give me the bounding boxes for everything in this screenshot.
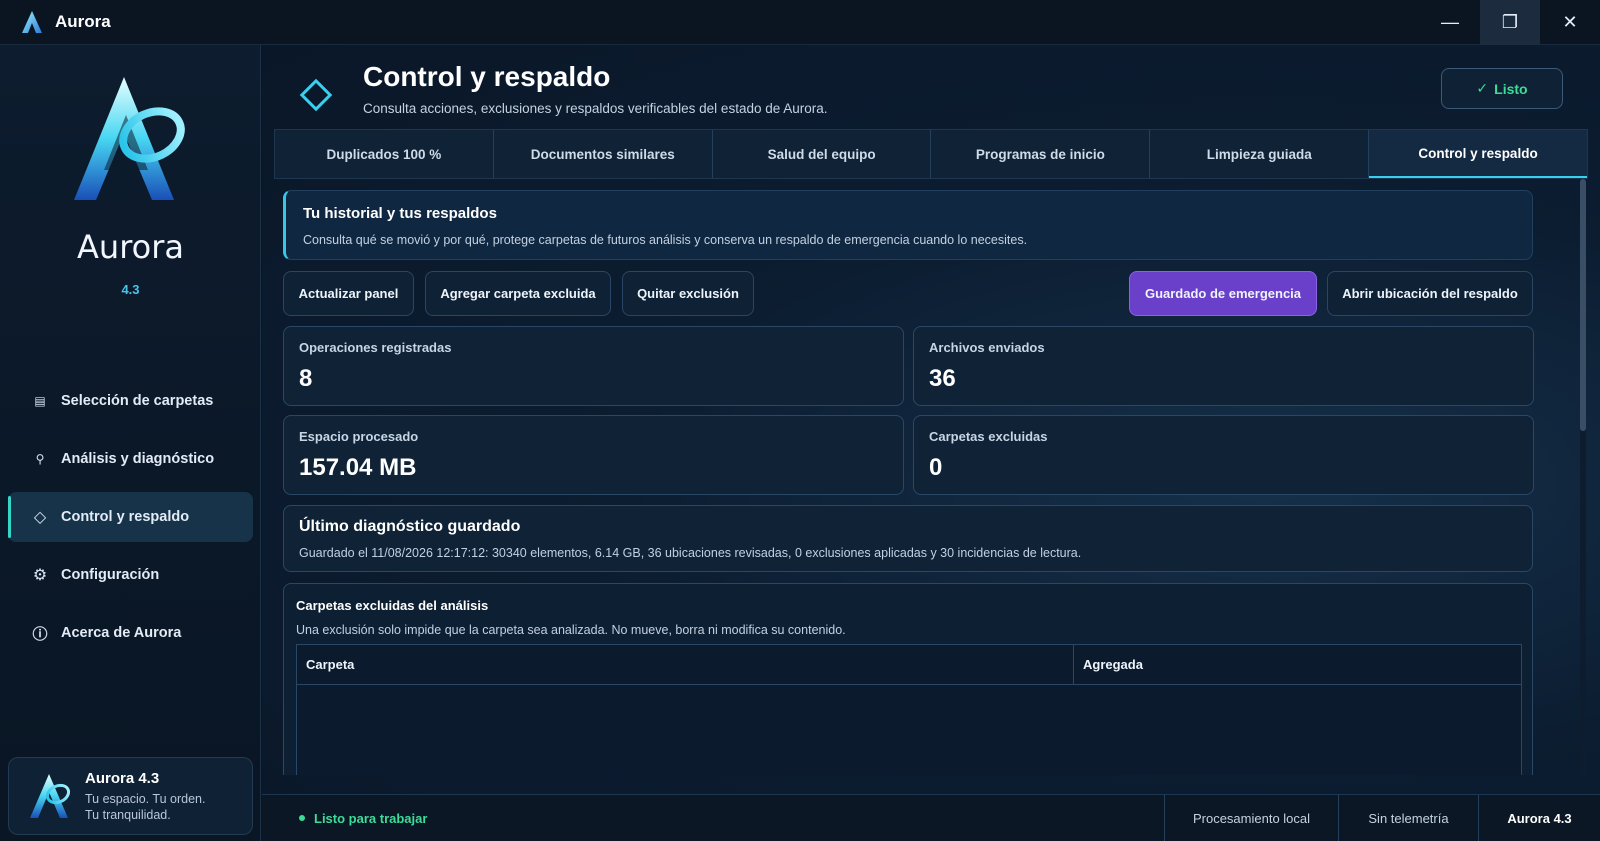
card-title: Aurora 4.3 bbox=[85, 770, 160, 787]
aurora-logo-icon bbox=[22, 11, 42, 33]
diagnostic-text: Guardado el 11/08/2026 12:17:12: 30340 e… bbox=[299, 546, 1082, 560]
add-excluded-folder-button[interactable]: Agregar carpeta excluida bbox=[425, 271, 611, 316]
sidebar-item-configuracion[interactable]: ⚙ Configuración bbox=[8, 550, 253, 600]
check-icon: ✓ bbox=[1476, 80, 1489, 96]
sidebar-item-label: Control y respaldo bbox=[61, 509, 190, 525]
diamond-icon bbox=[299, 78, 333, 112]
sidebar-item-label: Selección de carpetas bbox=[61, 393, 214, 409]
stat-value: 157.04 MB bbox=[299, 454, 417, 481]
aurora-brand-logo-icon bbox=[74, 77, 185, 200]
emergency-save-button[interactable]: Guardado de emergencia bbox=[1129, 271, 1317, 316]
scrollbar-thumb[interactable] bbox=[1580, 179, 1586, 431]
ready-label: Listo bbox=[1494, 80, 1528, 97]
brand-version: 4.3 bbox=[121, 282, 140, 297]
stat-files-sent: Archivos enviados 36 bbox=[913, 326, 1534, 406]
title-bar: Aurora — ❐ ✕ bbox=[0, 0, 1600, 45]
last-diagnostic-card: Último diagnóstico guardado Guardado el … bbox=[283, 505, 1533, 572]
status-version: Aurora 4.3 bbox=[1478, 795, 1600, 841]
diamond-icon: ◇ bbox=[33, 509, 47, 526]
page-title: Control y respaldo bbox=[363, 61, 611, 92]
tab-control-respaldo[interactable]: Control y respaldo bbox=[1369, 130, 1587, 178]
minimize-button[interactable]: — bbox=[1420, 0, 1480, 45]
search-icon: ⚲ bbox=[35, 452, 45, 466]
excluded-folders-card: Carpetas excluidas del análisis Una excl… bbox=[283, 583, 1533, 775]
stat-value: 0 bbox=[929, 454, 943, 481]
sidebar-nav: ▤ Selección de carpetas ⚲ Análisis y dia… bbox=[8, 376, 253, 666]
banner-title: Tu historial y tus respaldos bbox=[303, 205, 497, 222]
sidebar: Aurora 4.3 ▤ Selección de carpetas ⚲ Aná… bbox=[0, 45, 261, 841]
stat-label: Archivos enviados bbox=[929, 340, 1045, 355]
status-dot-icon bbox=[299, 815, 305, 821]
brand-name: Aurora bbox=[77, 228, 184, 266]
exclusions-text: Una exclusión solo impide que la carpeta… bbox=[296, 623, 846, 637]
card-tagline-2: Tu tranquilidad. bbox=[85, 808, 171, 822]
refresh-panel-button[interactable]: Actualizar panel bbox=[283, 271, 414, 316]
stat-excluded-folders: Carpetas excluidas 0 bbox=[913, 415, 1534, 495]
status-ready: Listo para trabajar bbox=[262, 795, 1164, 841]
stat-value: 36 bbox=[929, 365, 956, 392]
card-tagline-1: Tu espacio. Tu orden. bbox=[85, 792, 206, 806]
tab-documentos-similares[interactable]: Documentos similares bbox=[494, 130, 713, 178]
table-header-row: Carpeta Agregada bbox=[297, 645, 1521, 685]
tab-duplicados[interactable]: Duplicados 100 % bbox=[275, 130, 494, 178]
close-button[interactable]: ✕ bbox=[1540, 0, 1600, 45]
stat-operations: Operaciones registradas 8 bbox=[283, 326, 904, 406]
diagnostic-title: Último diagnóstico guardado bbox=[299, 518, 521, 535]
sidebar-item-analisis[interactable]: ⚲ Análisis y diagnóstico bbox=[8, 434, 253, 484]
maximize-button[interactable]: ❐ bbox=[1480, 0, 1540, 45]
tab-bar: Duplicados 100 % Documentos similares Sa… bbox=[274, 129, 1588, 179]
tab-limpieza-guiada[interactable]: Limpieza guiada bbox=[1150, 130, 1370, 178]
column-header-carpeta[interactable]: Carpeta bbox=[297, 645, 1074, 684]
stat-label: Carpetas excluidas bbox=[929, 429, 1048, 444]
stat-label: Operaciones registradas bbox=[299, 340, 452, 355]
folder-list-icon: ▤ bbox=[34, 394, 46, 408]
tab-salud-equipo[interactable]: Salud del equipo bbox=[713, 130, 932, 178]
sidebar-version-card: Aurora 4.3 Tu espacio. Tu orden. Tu tran… bbox=[8, 757, 253, 835]
sidebar-item-control-respaldo[interactable]: ◇ Control y respaldo bbox=[8, 492, 253, 542]
page-subtitle: Consulta acciones, exclusiones y respald… bbox=[363, 101, 828, 116]
exclusions-title: Carpetas excluidas del análisis bbox=[296, 598, 489, 613]
remove-exclusion-button[interactable]: Quitar exclusión bbox=[622, 271, 754, 316]
status-ready-label: Listo para trabajar bbox=[314, 810, 428, 826]
info-banner: Tu historial y tus respaldos Consulta qu… bbox=[283, 190, 1533, 260]
banner-text: Consulta qué se movió y por qué, protege… bbox=[303, 233, 1028, 247]
open-backup-location-button[interactable]: Abrir ubicación del respaldo bbox=[1327, 271, 1533, 316]
status-local-processing: Procesamiento local bbox=[1164, 795, 1338, 841]
sidebar-item-label: Configuración bbox=[61, 567, 160, 583]
gear-icon: ⚙ bbox=[32, 567, 48, 584]
sidebar-item-label: Acerca de Aurora bbox=[61, 625, 182, 641]
stat-label: Espacio procesado bbox=[299, 429, 419, 444]
main-area: Control y respaldo Consulta acciones, ex… bbox=[262, 45, 1600, 841]
sidebar-item-seleccion-carpetas[interactable]: ▤ Selección de carpetas bbox=[8, 376, 253, 426]
tab-programas-inicio[interactable]: Programas de inicio bbox=[931, 130, 1151, 178]
status-bar: Listo para trabajar Procesamiento local … bbox=[262, 794, 1600, 841]
status-no-telemetry: Sin telemetría bbox=[1338, 795, 1478, 841]
info-icon: ⓘ bbox=[32, 625, 48, 643]
ready-button[interactable]: ✓ Listo bbox=[1441, 68, 1563, 109]
sidebar-item-acerca[interactable]: ⓘ Acerca de Aurora bbox=[8, 608, 253, 658]
aurora-card-logo-icon bbox=[30, 774, 71, 818]
excluded-folders-table[interactable]: Carpeta Agregada bbox=[296, 644, 1522, 775]
stat-space-processed: Espacio procesado 157.04 MB bbox=[283, 415, 904, 495]
tab-content: Tu historial y tus respaldos Consulta qu… bbox=[274, 179, 1572, 775]
window-controls: — ❐ ✕ bbox=[1420, 0, 1600, 45]
app-title: Aurora bbox=[55, 12, 111, 31]
sidebar-item-label: Análisis y diagnóstico bbox=[61, 451, 215, 467]
stat-value: 8 bbox=[299, 365, 313, 392]
column-header-agregada[interactable]: Agregada bbox=[1074, 645, 1521, 684]
